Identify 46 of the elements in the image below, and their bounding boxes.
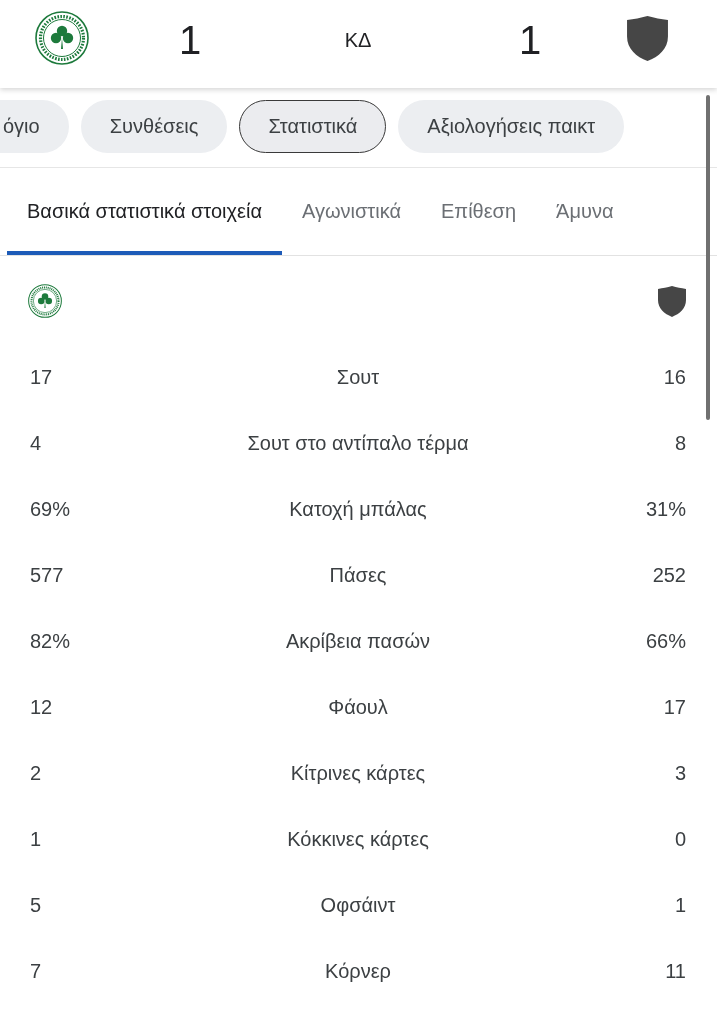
home-value: 1 [30, 827, 42, 851]
shield-icon [658, 286, 686, 317]
stats-tab[interactable]: Βασικά στατιστικά στοιχεία [7, 168, 282, 255]
home-score: 1 [178, 20, 202, 60]
stat-label: Οφσάιντ [320, 893, 396, 917]
stat-label: Κατοχή μπάλας [289, 497, 427, 521]
home-value: 82% [30, 629, 71, 653]
away-value: 0 [674, 827, 686, 851]
match-status: ΚΔ [344, 28, 372, 52]
home-value: 2 [30, 761, 42, 785]
section-tab[interactable]: Συνθέσεις [80, 100, 228, 153]
stat-label: Κόκκινες κάρτες [287, 827, 429, 851]
section-tab[interactable]: όγιο [0, 100, 69, 153]
stat-label: Σουτ στο αντίπαλο τέρμα [247, 431, 469, 455]
away-value: 16 [663, 365, 686, 389]
stats-tab[interactable]: Επίθεση [421, 168, 537, 255]
shield-icon [626, 15, 668, 61]
section-tab[interactable]: Στατιστικά [239, 100, 387, 153]
section-tab[interactable]: Αξιολογήσεις παικτ [398, 100, 625, 153]
away-value: 1 [674, 893, 686, 917]
away-value: 31% [645, 497, 686, 521]
away-value: 252 [652, 563, 686, 587]
stats-tab[interactable]: Άμυνα [536, 168, 634, 255]
stats-tab[interactable]: Αγωνιστικά [281, 168, 421, 255]
home-value: 12 [30, 695, 53, 719]
away-value: 8 [674, 431, 686, 455]
home-value: 17 [30, 365, 53, 389]
away-value: 3 [674, 761, 686, 785]
stat-label: Φάουλ [328, 695, 388, 719]
home-value: 7 [30, 959, 42, 983]
stat-label: Σουτ [336, 365, 380, 389]
home-value: 5 [30, 893, 42, 917]
home-value: 4 [30, 431, 42, 455]
shamrock-crest-icon [28, 284, 62, 318]
shamrock-crest-icon [35, 11, 89, 65]
away-score: 1 [518, 20, 542, 60]
stat-label: Πάσες [329, 563, 387, 587]
home-value: 69% [30, 497, 71, 521]
home-value: 577 [30, 563, 64, 587]
away-value: 17 [663, 695, 686, 719]
away-value: 11 [665, 959, 686, 983]
away-value: 66% [645, 629, 686, 653]
scrollbar-thumb[interactable] [706, 95, 710, 420]
stat-label: Κίτρινες κάρτες [290, 761, 426, 785]
stat-label: Κόρνερ [325, 959, 391, 983]
stat-label: Ακρίβεια πασών [285, 629, 431, 653]
